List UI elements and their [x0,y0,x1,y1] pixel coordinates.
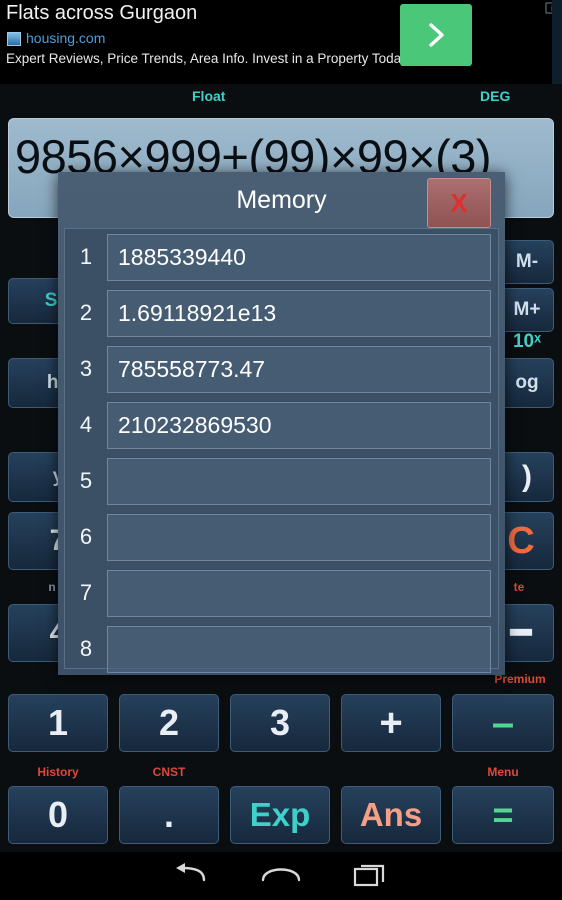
memory-slot-value[interactable]: 1885339440 [107,233,491,281]
toplabel-cnst: CNST [152,765,186,779]
ad-title: Flats across Gurgaon [6,2,198,24]
list-item[interactable]: 2 1.69118921e13 [65,285,498,341]
key-3[interactable]: 3 [230,694,330,752]
list-item[interactable]: 8 [65,621,498,677]
recent-apps-button[interactable] [352,862,388,895]
back-arrow-icon [170,863,210,894]
key-2[interactable]: 2 [119,694,219,752]
memory-slot-index: 2 [79,300,93,325]
memory-slot-index: 5 [79,468,93,493]
toplabel-history: History [37,765,79,779]
back-button[interactable] [170,862,210,895]
memory-slot-index: 4 [79,412,93,437]
chevron-right-icon [421,20,451,50]
memory-slot-value[interactable] [107,569,491,617]
key-minus[interactable]: – [452,694,554,752]
toplabel-menu: Menu [487,765,519,779]
memory-slot-index: 3 [79,356,93,381]
ad-favicon-icon [7,32,21,46]
memory-slot-index: 6 [79,524,93,549]
list-item[interactable]: 4 210232869530 [65,397,498,453]
close-icon: X [450,187,468,218]
ad-url[interactable]: housing.com [26,30,105,46]
android-navigation-bar [0,852,562,900]
ad-description: Expert Reviews, Price Trends, Area Info.… [6,51,412,66]
list-item[interactable]: 6 [65,509,498,565]
key-log[interactable]: og [500,358,554,408]
memory-slot-index: 7 [79,580,93,605]
key-1[interactable]: 1 [8,694,108,752]
calculator-status-bar: Float DEG [0,88,562,112]
memory-slot-value[interactable] [107,457,491,505]
key-0[interactable]: 0 [8,786,108,844]
memory-slot-value[interactable] [107,625,491,673]
memory-slot-index: 1 [79,244,93,269]
memory-dialog: Memory X 1 1885339440 2 1.69118921e13 3 … [58,172,505,675]
home-button[interactable] [260,862,302,895]
memory-slot-value[interactable]: 1.69118921e13 [107,289,491,337]
ad-side-strip [552,0,562,84]
key-ans[interactable]: Ans [341,786,441,844]
phone-screen: Flats across Gurgaon housing.com Expert … [0,0,562,900]
ad-cta-button[interactable] [400,4,472,66]
home-icon [260,868,302,894]
close-button[interactable]: X [427,178,491,228]
memory-slot-value[interactable] [107,513,491,561]
key-equals[interactable]: = [452,786,554,844]
advertisement-banner[interactable]: Flats across Gurgaon housing.com Expert … [0,0,562,84]
memory-slot-value[interactable]: 210232869530 [107,401,491,449]
status-angle-unit[interactable]: DEG [480,88,510,104]
status-notation[interactable]: Float [192,88,225,104]
list-item[interactable]: 7 [65,565,498,621]
memory-slot-index: 8 [79,636,93,661]
recent-apps-icon [352,864,388,894]
memory-slot-list[interactable]: 1 1885339440 2 1.69118921e13 3 785558773… [64,228,499,673]
list-item[interactable]: 3 785558773.47 [65,341,498,397]
memory-slot-value[interactable]: 785558773.47 [107,345,491,393]
key-exp[interactable]: Exp [230,786,330,844]
key-plus[interactable]: + [341,694,441,752]
key-paren-close[interactable]: ) [500,452,554,502]
memory-dialog-body: Memory X 1 1885339440 2 1.69118921e13 3 … [58,172,505,675]
key-dot[interactable]: . [119,786,219,844]
list-item[interactable]: 5 [65,453,498,509]
label-ten-pow: 10ˣ [512,331,542,352]
key-mem-minus[interactable]: M- [500,240,554,284]
list-item[interactable]: 1 1885339440 [65,229,498,285]
